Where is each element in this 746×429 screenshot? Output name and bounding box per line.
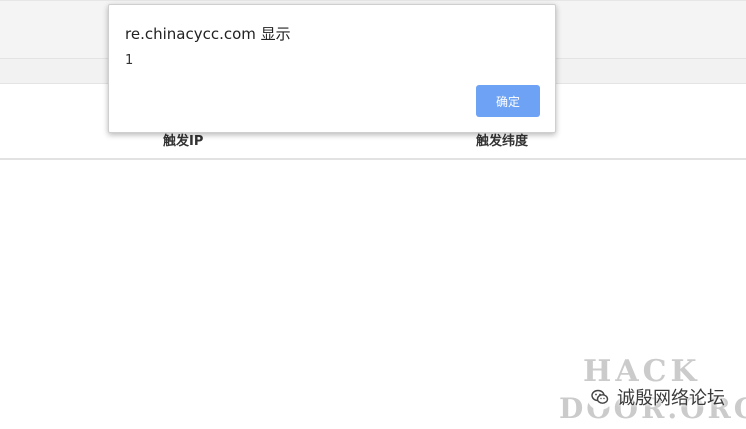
dialog-title: re.chinacycc.com 显示	[125, 25, 291, 43]
watermark: HACK DOOR.ORG 诚殷网络论坛	[557, 354, 746, 426]
wechat-icon	[587, 384, 613, 410]
page: 触发IP 触发纬度 re.chinacycc.com 显示 1 确定 HACK …	[0, 0, 746, 429]
dialog-message: 1	[125, 53, 134, 68]
ok-button[interactable]: 确定	[476, 85, 540, 117]
watermark-label: 诚殷网络论坛	[617, 388, 725, 409]
alert-dialog: re.chinacycc.com 显示 1 确定	[108, 4, 556, 133]
